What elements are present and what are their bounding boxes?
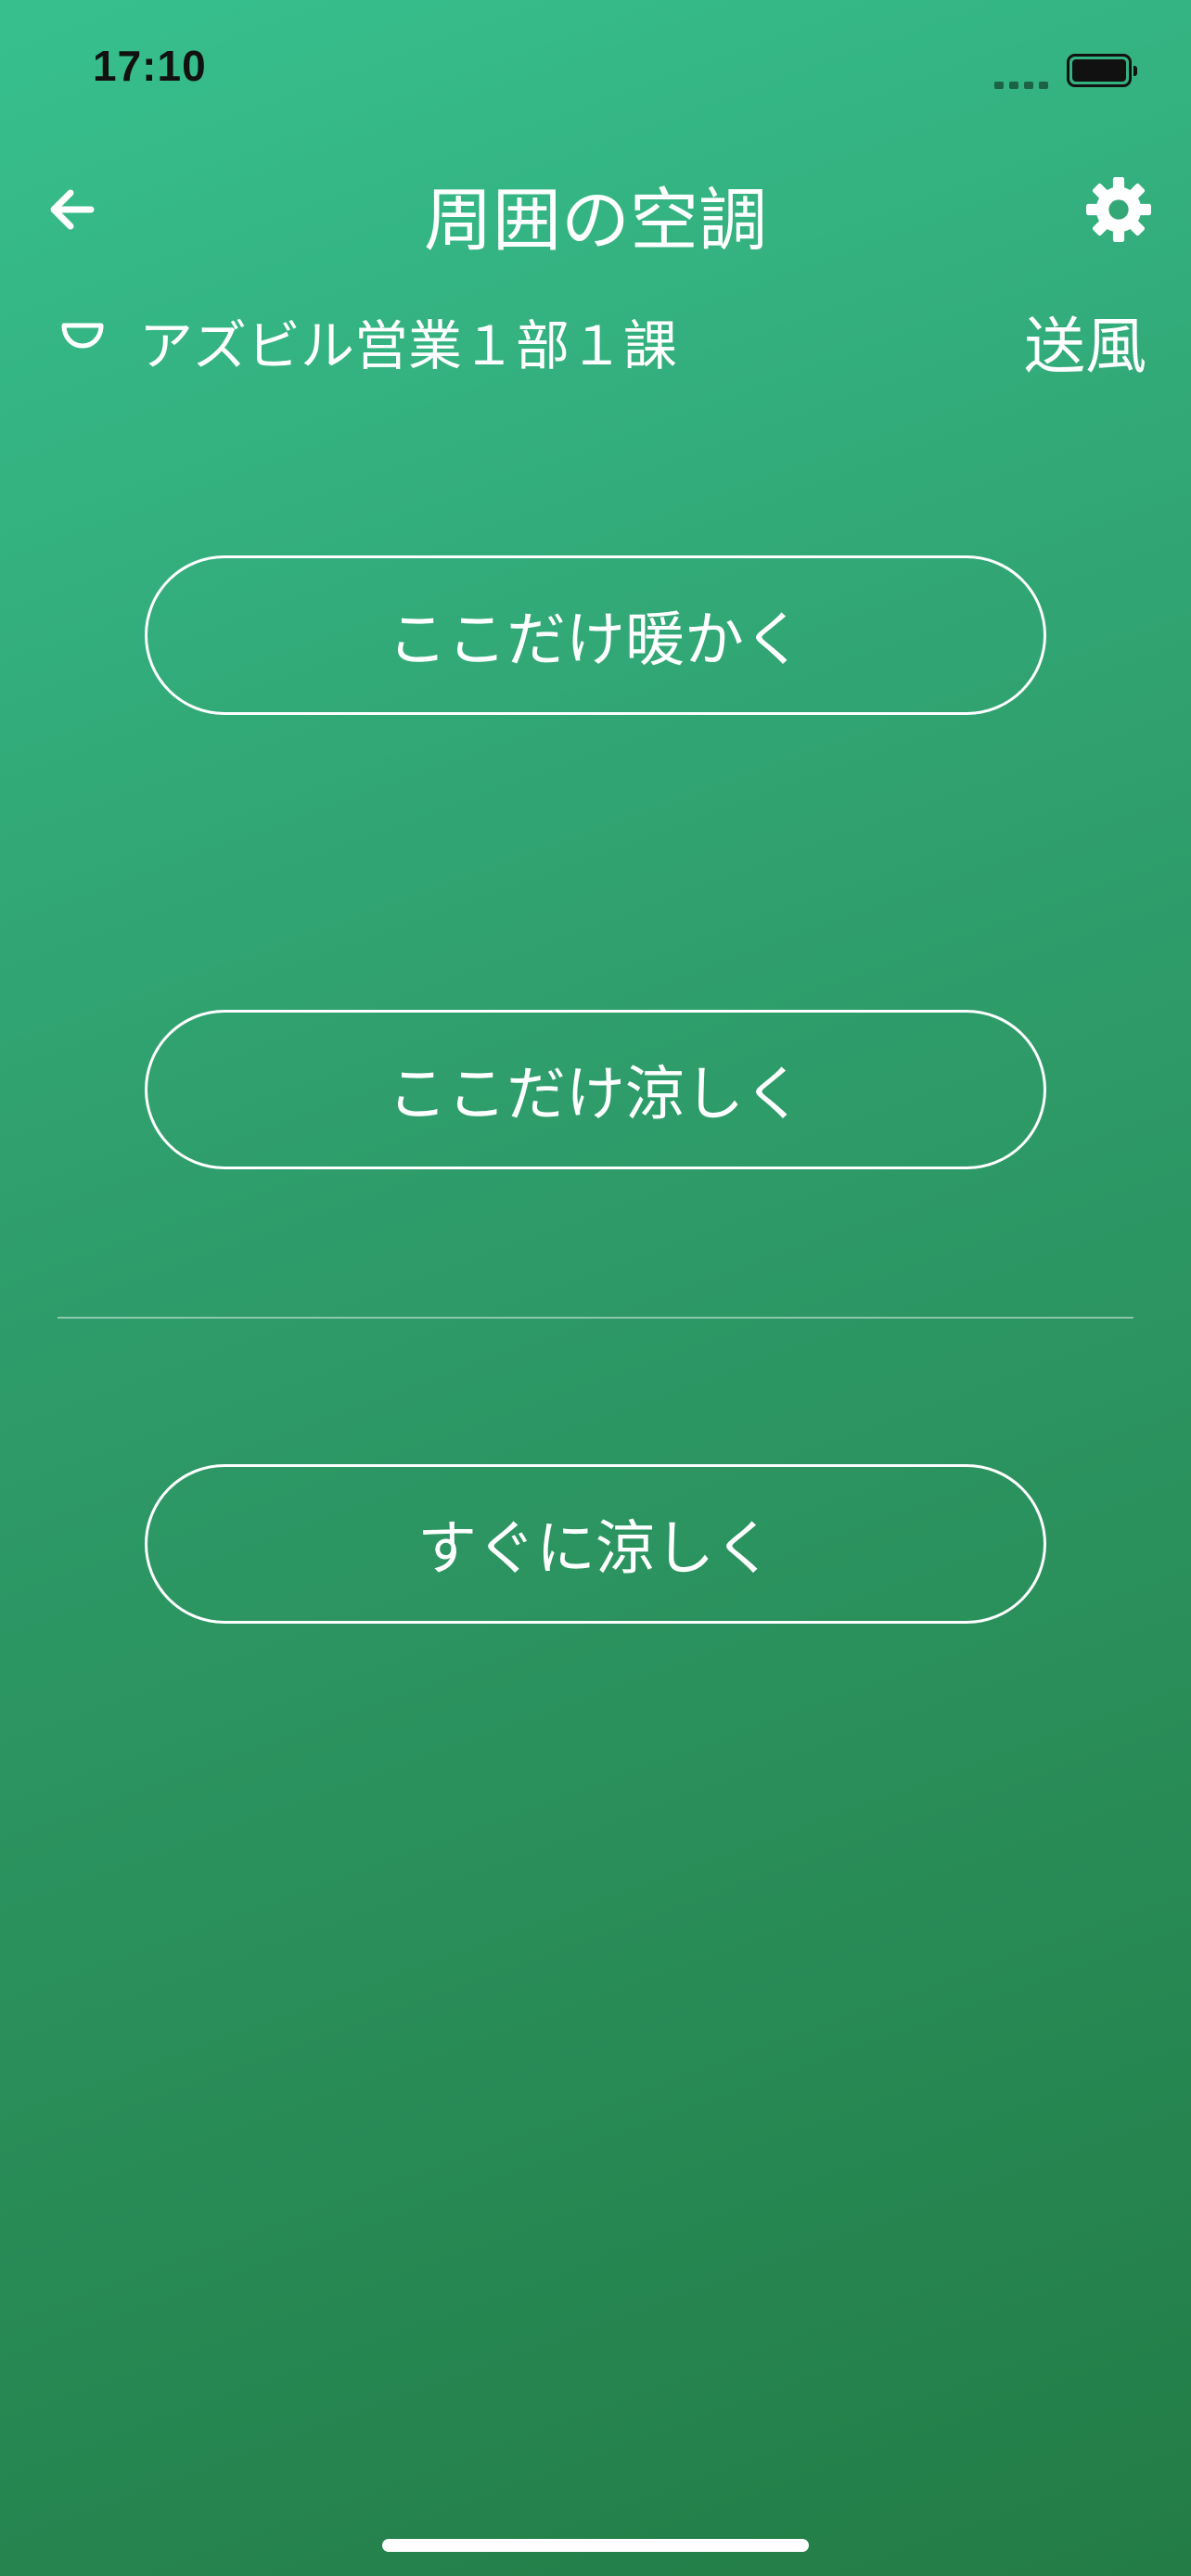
status-time: 17:10 (93, 42, 207, 90)
battery-icon (1067, 54, 1137, 87)
signal-icon (994, 78, 1050, 89)
gear-icon[interactable] (1083, 174, 1154, 245)
mode-label: 送風 (1024, 311, 1146, 382)
warm-here-button[interactable]: ここだけ暖かく (145, 555, 1046, 715)
divider (58, 1317, 1133, 1319)
location-name: アズビル営業１部１課 (139, 314, 678, 377)
status-bar: 17:10 (0, 0, 1191, 139)
cool-here-button[interactable]: ここだけ涼しく (145, 1010, 1046, 1169)
location-row: アズビル営業１部１課 送風 (0, 295, 1191, 397)
location-icon (61, 323, 104, 349)
page-title: 周囲の空調 (424, 181, 767, 261)
home-indicator[interactable] (382, 2539, 809, 2552)
nav-bar: 周囲の空調 (0, 158, 1191, 269)
quick-cool-button[interactable]: すぐに涼しく (145, 1464, 1046, 1624)
